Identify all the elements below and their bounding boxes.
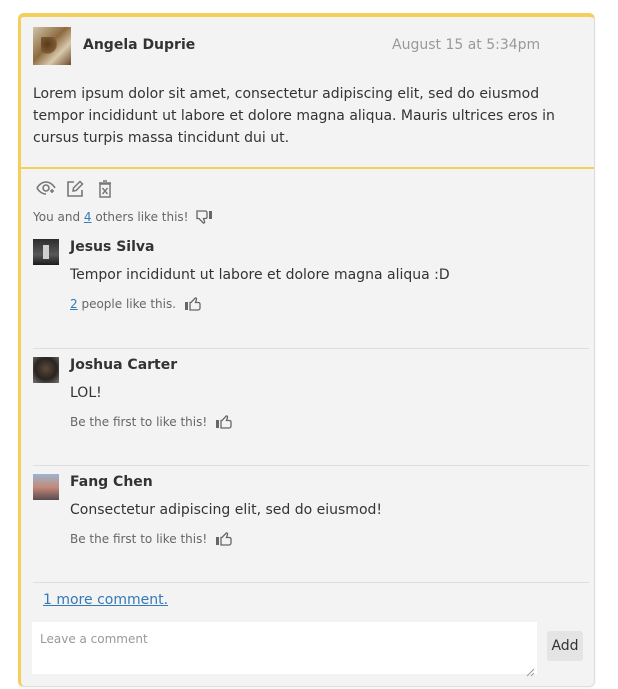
comment-likes: Be the first to like this!: [70, 532, 233, 549]
comment-likes: 2 people like this.: [70, 297, 202, 314]
post-likes-count-link[interactable]: 4: [84, 210, 92, 224]
thumbs-up-icon[interactable]: [184, 297, 202, 314]
comment-text: Tempor incididunt ut labore et dolore ma…: [70, 267, 450, 283]
post-author-name[interactable]: Angela Duprie: [83, 37, 195, 53]
comment-likes-text: people like this.: [77, 297, 177, 311]
more-comments-link[interactable]: 1 more comment.: [43, 592, 168, 608]
comment-divider: [33, 582, 589, 583]
post-card: Angela Duprie August 15 at 5:34pm Lorem …: [18, 13, 595, 687]
edit-icon[interactable]: [66, 180, 84, 198]
avatar[interactable]: [33, 474, 59, 500]
resize-handle-icon[interactable]: [525, 662, 535, 677]
avatar[interactable]: [33, 357, 59, 383]
comment-likes: Be the first to like this!: [70, 415, 233, 432]
avatar[interactable]: [33, 239, 59, 265]
comment-divider: [33, 348, 589, 349]
add-comment-button[interactable]: Add: [547, 631, 583, 661]
thumbs-up-icon[interactable]: [215, 532, 233, 549]
comment-text: Consectetur adipiscing elit, sed do eius…: [70, 502, 383, 518]
post-timestamp: August 15 at 5:34pm: [392, 37, 541, 53]
comment-likes-count-link[interactable]: 2: [70, 297, 78, 311]
post-header: Angela Duprie August 15 at 5:34pm: [33, 27, 583, 67]
author-avatar[interactable]: [33, 27, 71, 65]
comment-text: LOL!: [70, 385, 102, 401]
comment-author[interactable]: Fang Chen: [70, 474, 153, 490]
comment-divider: [33, 465, 589, 466]
comment-item: Fang Chen Consectetur adipiscing elit, s…: [33, 474, 589, 554]
comment-item: Jesus Silva Tempor incididunt ut labore …: [33, 239, 589, 319]
comment-author[interactable]: Jesus Silva: [70, 239, 154, 255]
comment-author[interactable]: Joshua Carter: [70, 357, 177, 373]
post-likes-prefix: You and: [33, 210, 84, 224]
delete-icon[interactable]: [98, 180, 112, 198]
post-body: Lorem ipsum dolor sit amet, consectetur …: [33, 86, 555, 146]
thumbs-up-icon[interactable]: [215, 415, 233, 432]
comment-likes-text: Be the first to like this!: [70, 415, 208, 429]
eye-icon[interactable]: [35, 180, 57, 196]
thumbs-down-icon[interactable]: [196, 210, 214, 227]
comment-item: Joshua Carter LOL! Be the first to like …: [33, 357, 589, 437]
post-likes: You and 4 others like this!: [33, 210, 214, 227]
comment-input[interactable]: [32, 622, 537, 674]
comment-likes-text: Be the first to like this!: [70, 532, 208, 546]
post-divider: [21, 167, 594, 169]
post-likes-suffix: others like this!: [91, 210, 189, 224]
